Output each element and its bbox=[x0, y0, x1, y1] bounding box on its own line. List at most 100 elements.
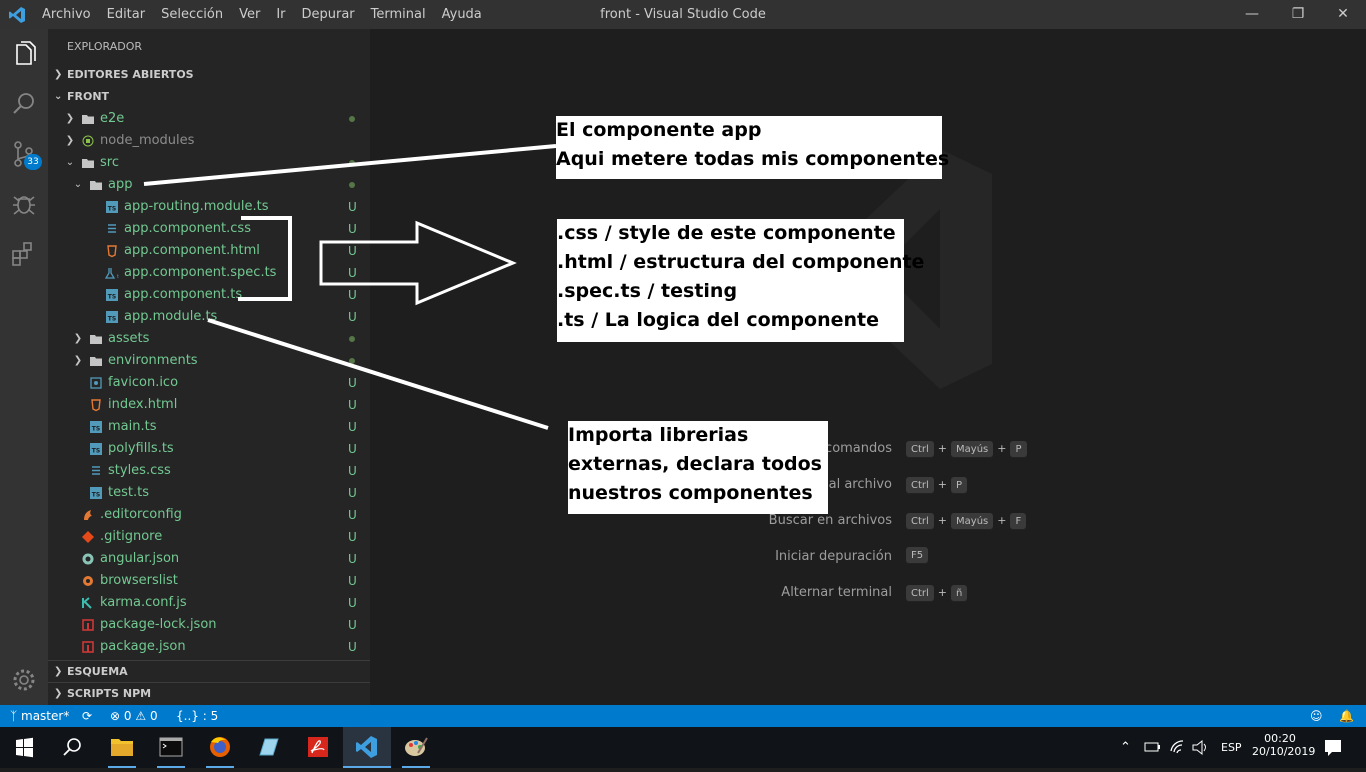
error-icon: ⊗ bbox=[110, 709, 121, 723]
taskbar-terminal[interactable] bbox=[147, 727, 195, 768]
menu-item[interactable]: Ayuda bbox=[434, 0, 490, 29]
tree-file[interactable]: ts app.component.spec.ts U bbox=[48, 262, 370, 284]
minimize-icon[interactable]: — bbox=[1229, 0, 1275, 29]
chevron-right-icon[interactable]: ❯ bbox=[72, 328, 84, 350]
keycap: Ctrl bbox=[906, 476, 934, 494]
note-line: .spec.ts / testing bbox=[557, 280, 738, 302]
clock[interactable]: 00:20 20/10/2019 bbox=[1252, 727, 1315, 768]
taskbar-notes-app[interactable] bbox=[245, 727, 293, 768]
tree-file[interactable]: styles.css U bbox=[48, 460, 370, 482]
menu-item[interactable]: Ir bbox=[268, 0, 293, 29]
json-file-icon bbox=[81, 640, 95, 654]
tree-file[interactable]: favicon.ico U bbox=[48, 372, 370, 394]
vscode-logo-icon[interactable] bbox=[8, 6, 26, 24]
menu-item[interactable]: Ver bbox=[231, 0, 268, 29]
chevron-down-icon[interactable]: ⌄ bbox=[72, 174, 84, 196]
chevron-right-icon[interactable]: ❯ bbox=[72, 350, 84, 372]
files-icon[interactable] bbox=[9, 39, 39, 69]
chevron-down-icon[interactable]: ⌄ bbox=[64, 152, 76, 174]
search-button[interactable] bbox=[48, 727, 96, 768]
taskbar-vscode[interactable] bbox=[343, 727, 391, 768]
git-status-badge: U bbox=[348, 288, 357, 302]
keycap: Ctrl bbox=[906, 584, 934, 602]
tree-file[interactable]: TS polyfills.ts U bbox=[48, 438, 370, 460]
tree-item-label: polyfills.ts bbox=[108, 441, 174, 456]
extensions-icon[interactable] bbox=[9, 239, 39, 269]
start-button[interactable] bbox=[0, 727, 48, 768]
menu-item[interactable]: Terminal bbox=[363, 0, 434, 29]
taskbar-acrobat[interactable] bbox=[294, 727, 342, 768]
search-icon[interactable] bbox=[9, 89, 39, 119]
feedback-smiley-icon[interactable]: ☺ bbox=[1310, 705, 1323, 727]
tree-item-label: favicon.ico bbox=[108, 375, 179, 390]
tree-item-label: angular.json bbox=[100, 551, 180, 566]
tree-file[interactable]: app.component.html U bbox=[48, 240, 370, 262]
chevron-right-icon: ❯ bbox=[54, 688, 63, 699]
error-count: 0 bbox=[123, 709, 132, 723]
html-file-icon bbox=[105, 244, 119, 258]
typescript-file-icon: TS bbox=[105, 310, 119, 324]
tree-folder[interactable]: ⌄ src bbox=[48, 152, 370, 174]
tree-file[interactable]: TS app.component.ts U bbox=[48, 284, 370, 306]
tree-file[interactable]: TS app.module.ts U bbox=[48, 306, 370, 328]
notifications-bell-icon[interactable]: 🔔 bbox=[1339, 705, 1354, 727]
tree-file[interactable]: TS app-routing.module.ts U bbox=[48, 196, 370, 218]
tree-file[interactable]: TS test.ts U bbox=[48, 482, 370, 504]
menu-item[interactable]: Archivo bbox=[34, 0, 99, 29]
notes-app-icon bbox=[259, 738, 279, 756]
tree-folder[interactable]: ❯ environments bbox=[48, 350, 370, 372]
svg-text:TS: TS bbox=[92, 426, 100, 433]
folder-icon bbox=[89, 354, 103, 368]
npm-scripts-section[interactable]: ❯ SCRIPTS NPM bbox=[48, 682, 370, 705]
branch-item[interactable]: ᛉ master* bbox=[10, 705, 69, 727]
close-icon[interactable]: ✕ bbox=[1320, 0, 1366, 29]
tree-file[interactable]: app.component.css U bbox=[48, 218, 370, 240]
tree-folder[interactable]: ❯ assets bbox=[48, 328, 370, 350]
battery-icon[interactable] bbox=[1143, 727, 1163, 768]
sync-icon[interactable]: ⟳ bbox=[82, 705, 92, 727]
git-branch-icon: ᛉ bbox=[10, 709, 22, 723]
tree-folder[interactable]: ❯ e2e bbox=[48, 108, 370, 130]
tree-file[interactable]: .gitignore U bbox=[48, 526, 370, 548]
tree-file[interactable]: browserslist U bbox=[48, 570, 370, 592]
menu-item[interactable]: Editar bbox=[99, 0, 154, 29]
tree-folder[interactable]: ⌄ app bbox=[48, 174, 370, 196]
manage-gear-icon[interactable] bbox=[9, 665, 39, 695]
show-hidden-icons-chevron-up-icon[interactable]: ⌃ bbox=[1120, 727, 1131, 768]
tree-file[interactable]: package-lock.json U bbox=[48, 614, 370, 636]
braces-item[interactable]: {..} : 5 bbox=[176, 705, 218, 727]
chevron-right-icon: ❯ bbox=[54, 666, 63, 677]
menu-item[interactable]: Depurar bbox=[294, 0, 363, 29]
git-status-badge: U bbox=[348, 530, 357, 544]
taskbar-paint-app[interactable] bbox=[392, 727, 440, 768]
wifi-icon[interactable] bbox=[1168, 727, 1188, 768]
action-center-icon[interactable] bbox=[1320, 727, 1346, 768]
tree-folder[interactable]: ❯ node_modules bbox=[48, 130, 370, 152]
shortcut-row: Alternar terminal Ctrl + ñ bbox=[370, 583, 1366, 603]
tree-item-label: app.component.css bbox=[124, 221, 251, 236]
chevron-right-icon[interactable]: ❯ bbox=[64, 130, 76, 152]
menu-bar: Archivo Editar Selección Ver Ir Depurar Termin… bbox=[34, 0, 490, 29]
outline-section[interactable]: ❯ ESQUEMA bbox=[48, 660, 370, 683]
tree-file[interactable]: package.json U bbox=[48, 636, 370, 658]
chevron-right-icon[interactable]: ❯ bbox=[64, 108, 76, 130]
project-section[interactable]: ⌄ FRONT bbox=[48, 86, 370, 108]
taskbar-file-explorer[interactable] bbox=[98, 727, 146, 768]
taskbar-firefox[interactable] bbox=[196, 727, 244, 768]
open-editors-section[interactable]: ❯ EDITORES ABIERTOS bbox=[48, 64, 370, 86]
tree-file[interactable]: index.html U bbox=[48, 394, 370, 416]
debug-icon[interactable] bbox=[9, 189, 39, 219]
language-indicator[interactable]: ESP bbox=[1221, 727, 1242, 768]
modified-dot-icon bbox=[349, 116, 355, 122]
tree-file[interactable]: angular.json U bbox=[48, 548, 370, 570]
tree-file[interactable]: karma.conf.js U bbox=[48, 592, 370, 614]
restore-icon[interactable]: ❐ bbox=[1275, 0, 1321, 29]
tree-file[interactable]: .editorconfig U bbox=[48, 504, 370, 526]
menu-item[interactable]: Selección bbox=[153, 0, 231, 29]
svg-text:TS: TS bbox=[108, 316, 116, 323]
problems-item[interactable]: ⊗ 0 ⚠ 0 bbox=[110, 705, 158, 727]
tree-file[interactable]: TS main.ts U bbox=[48, 416, 370, 438]
shortcut-row: comandos Ctrl + Mayús + P bbox=[370, 439, 1366, 459]
volume-icon[interactable] bbox=[1190, 727, 1210, 768]
typescript-file-icon: TS bbox=[105, 288, 119, 302]
